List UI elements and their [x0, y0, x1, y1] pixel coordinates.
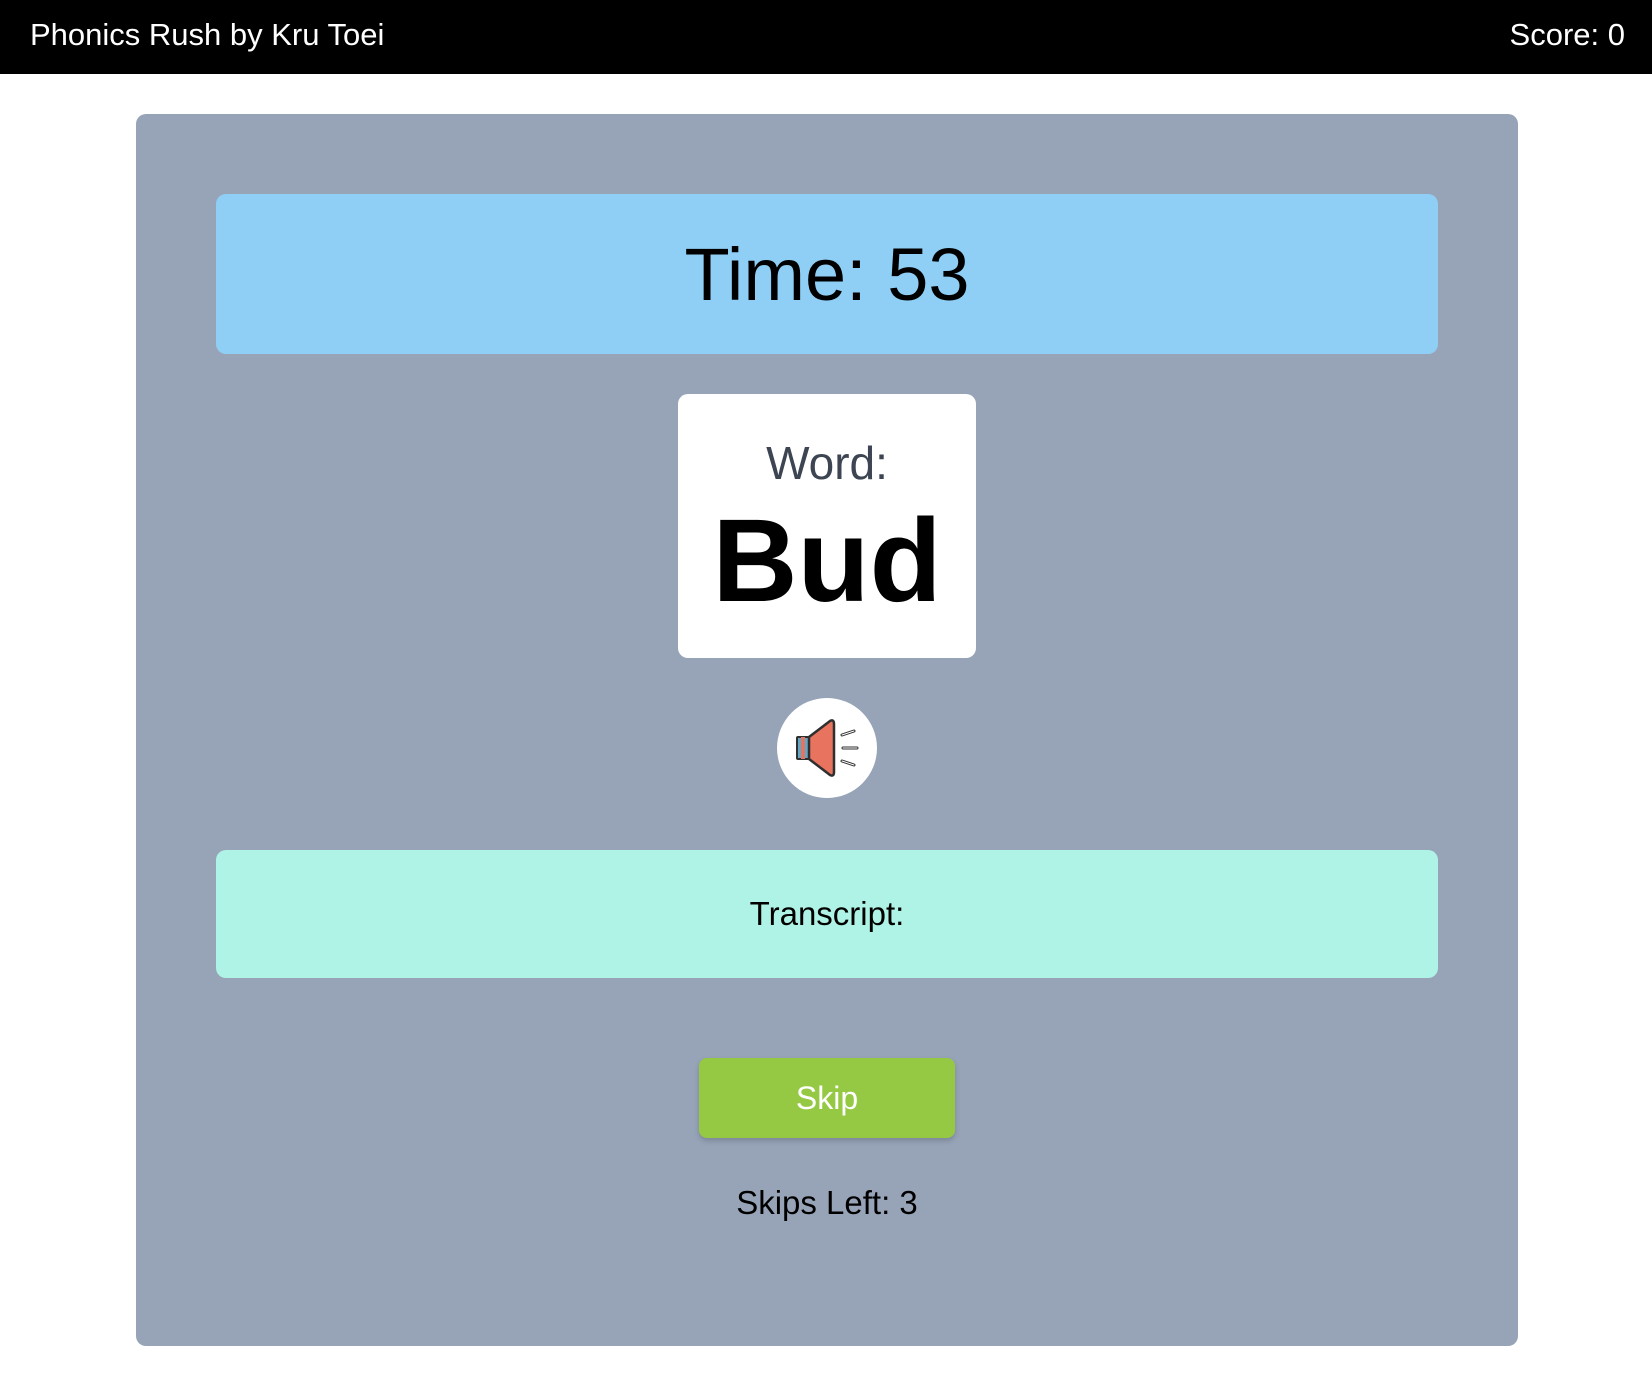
app-title: Phonics Rush by Kru Toei [30, 17, 385, 52]
skip-button[interactable]: Skip [699, 1058, 955, 1138]
timer-display: Time: 53 [216, 194, 1438, 354]
current-word: Bud [712, 495, 942, 627]
top-bar: Phonics Rush by Kru Toei Score: 0 [0, 0, 1652, 74]
play-audio-button[interactable] [777, 698, 877, 798]
transcript-box: Transcript: [216, 850, 1438, 978]
game-panel: Time: 53 Word: Bud Transcript: Skip Skip… [136, 114, 1518, 1346]
skips-left-counter: Skips Left: 3 [736, 1184, 918, 1221]
timer-text: Time: 53 [684, 232, 970, 316]
word-card: Word: Bud [678, 394, 976, 658]
word-label: Word: [766, 437, 888, 489]
score-display: Score: 0 [1509, 17, 1625, 52]
transcript-label: Transcript: [749, 895, 905, 932]
speaker-icon [796, 719, 859, 777]
